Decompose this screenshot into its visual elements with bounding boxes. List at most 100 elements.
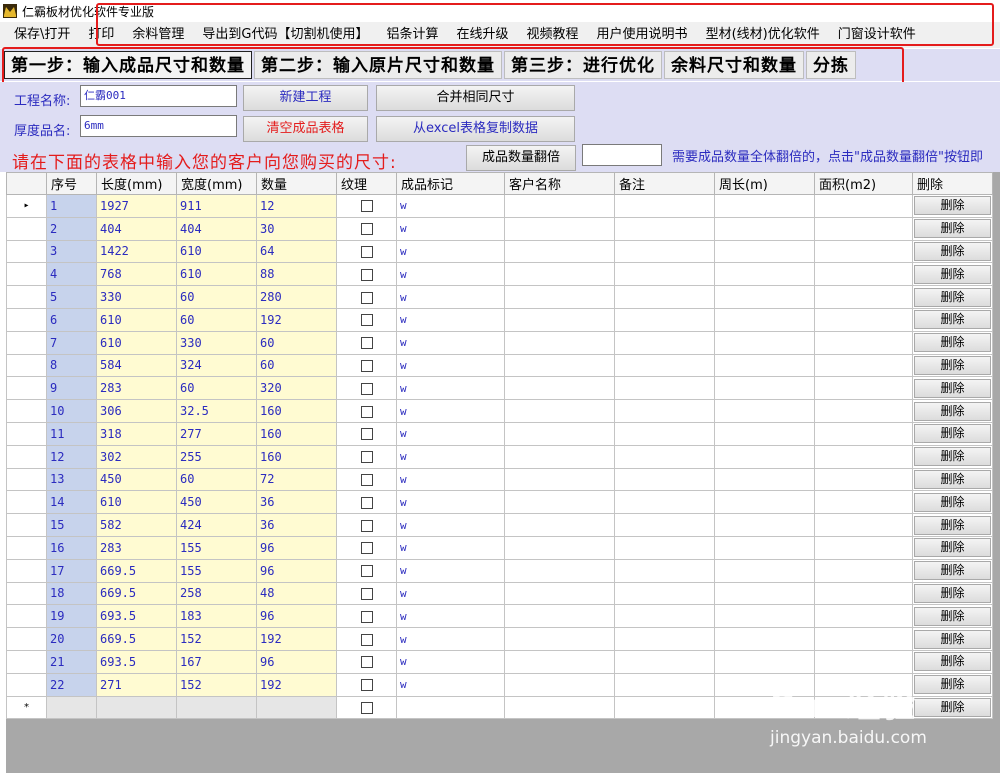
- delete-row-button[interactable]: 删除: [914, 538, 991, 558]
- cell-length[interactable]: 610: [96, 490, 177, 515]
- table-row[interactable]: 5 330 60 280 w 删除: [6, 285, 993, 309]
- table-row[interactable]: 2 404 404 30 w 删除: [6, 216, 993, 241]
- table-row[interactable]: ▸ 1 1927 911 12 w 删除: [6, 194, 993, 218]
- delete-row-button[interactable]: 删除: [914, 355, 991, 375]
- cell-product-mark[interactable]: w: [396, 353, 505, 378]
- row-header[interactable]: [6, 581, 47, 606]
- cell-product-mark[interactable]: w: [396, 649, 505, 674]
- row-header[interactable]: [6, 558, 47, 583]
- cell-customer[interactable]: [504, 581, 615, 606]
- row-header[interactable]: [6, 627, 47, 651]
- delete-row-button[interactable]: 删除: [914, 378, 991, 398]
- row-header[interactable]: [6, 239, 47, 264]
- cell-notes[interactable]: [614, 307, 715, 332]
- grain-checkbox[interactable]: [360, 565, 373, 578]
- table-row[interactable]: 17 669.5 155 96 w 删除: [6, 558, 993, 583]
- cell-length[interactable]: 271: [96, 672, 177, 697]
- cell-grain-checkbox[interactable]: [336, 194, 397, 218]
- cell-customer[interactable]: [504, 535, 615, 560]
- menu-online-upgrade[interactable]: 在线升级: [448, 22, 518, 48]
- cell-seq[interactable]: 16: [46, 535, 97, 560]
- cell-quantity[interactable]: 280: [256, 285, 337, 309]
- grain-checkbox[interactable]: [360, 245, 373, 258]
- table-row[interactable]: 18 669.5 258 48 w 删除: [6, 581, 993, 606]
- cell-product-mark[interactable]: w: [396, 444, 505, 469]
- cell-length[interactable]: 302: [96, 444, 177, 469]
- table-row[interactable]: 20 669.5 152 192 w 删除: [6, 627, 993, 651]
- grain-checkbox[interactable]: [360, 200, 373, 213]
- delete-row-button[interactable]: 删除: [914, 652, 991, 672]
- menu-door-window-design[interactable]: 门窗设计软件: [829, 22, 925, 48]
- cell-width[interactable]: 258: [176, 581, 257, 606]
- cell-grain-checkbox[interactable]: [336, 444, 397, 469]
- cell-seq[interactable]: 20: [46, 627, 97, 651]
- cell-grain-checkbox[interactable]: [336, 216, 397, 241]
- cell-customer[interactable]: [504, 421, 615, 446]
- cell-notes[interactable]: [614, 262, 715, 287]
- cell-product-mark[interactable]: w: [396, 330, 505, 355]
- cell-customer[interactable]: [504, 490, 615, 515]
- cell-seq[interactable]: 6: [46, 307, 97, 332]
- cell-notes[interactable]: [614, 695, 715, 720]
- cell-width[interactable]: 911: [176, 194, 257, 218]
- delete-row-button[interactable]: 删除: [914, 219, 991, 239]
- menu-user-manual[interactable]: 用户使用说明书: [588, 22, 697, 48]
- delete-row-button[interactable]: 删除: [914, 401, 991, 421]
- cell-seq[interactable]: 3: [46, 239, 97, 264]
- cell-length[interactable]: 318: [96, 421, 177, 446]
- cell-quantity[interactable]: 48: [256, 581, 337, 606]
- cell-customer[interactable]: [504, 194, 615, 218]
- grain-checkbox[interactable]: [360, 519, 373, 532]
- cell-customer[interactable]: [504, 672, 615, 697]
- row-header[interactable]: [6, 535, 47, 560]
- row-header[interactable]: [6, 285, 47, 309]
- cell-grain-checkbox[interactable]: [336, 376, 397, 401]
- cell-length[interactable]: 306: [96, 399, 177, 423]
- cell-grain-checkbox[interactable]: [336, 239, 397, 264]
- cell-quantity[interactable]: 192: [256, 627, 337, 651]
- delete-row-button[interactable]: 删除: [914, 241, 991, 261]
- clear-table-button[interactable]: 清空成品表格: [243, 116, 368, 142]
- row-header[interactable]: [6, 421, 47, 446]
- cell-product-mark[interactable]: w: [396, 194, 505, 218]
- cell-seq[interactable]: 21: [46, 649, 97, 674]
- cell-width[interactable]: 183: [176, 604, 257, 629]
- cell-quantity[interactable]: 72: [256, 467, 337, 492]
- grain-checkbox[interactable]: [360, 542, 373, 555]
- col-header-notes[interactable]: 备注: [614, 172, 715, 195]
- cell-product-mark[interactable]: w: [396, 399, 505, 423]
- project-name-input[interactable]: 仁霸001: [80, 85, 237, 107]
- cell-quantity[interactable]: 64: [256, 239, 337, 264]
- cell-quantity[interactable]: 160: [256, 421, 337, 446]
- cell-width[interactable]: 167: [176, 649, 257, 674]
- new-entry-row[interactable]: * 删除: [6, 695, 993, 720]
- cell-customer[interactable]: [504, 376, 615, 401]
- tab-remnant-sizes[interactable]: 余料尺寸和数量: [664, 51, 804, 79]
- cell-width[interactable]: 60: [176, 467, 257, 492]
- cell-length[interactable]: 610: [96, 330, 177, 355]
- cell-length[interactable]: 404: [96, 216, 177, 241]
- cell-quantity[interactable]: 96: [256, 558, 337, 583]
- cell-grain-checkbox[interactable]: [336, 353, 397, 378]
- cell-customer[interactable]: [504, 558, 615, 583]
- delete-row-button[interactable]: 删除: [914, 583, 991, 603]
- cell-length[interactable]: 669.5: [96, 581, 177, 606]
- cell-customer[interactable]: [504, 285, 615, 309]
- cell-quantity[interactable]: 36: [256, 490, 337, 515]
- delete-row-button[interactable]: 删除: [914, 333, 991, 353]
- grain-checkbox[interactable]: [360, 428, 373, 441]
- grain-checkbox[interactable]: [360, 382, 373, 395]
- cell-length[interactable]: 669.5: [96, 558, 177, 583]
- grain-checkbox[interactable]: [360, 268, 373, 281]
- grain-checkbox[interactable]: [360, 337, 373, 350]
- cell-notes[interactable]: [614, 444, 715, 469]
- col-header-seq[interactable]: 序号: [46, 172, 97, 195]
- cell-width[interactable]: 324: [176, 353, 257, 378]
- cell-notes[interactable]: [614, 672, 715, 697]
- cell-product-mark[interactable]: w: [396, 421, 505, 446]
- cell-width[interactable]: 255: [176, 444, 257, 469]
- table-row[interactable]: 8 584 324 60 w 删除: [6, 353, 993, 378]
- cell-quantity[interactable]: 60: [256, 353, 337, 378]
- cell-length[interactable]: 283: [96, 535, 177, 560]
- cell-grain-checkbox[interactable]: [336, 672, 397, 697]
